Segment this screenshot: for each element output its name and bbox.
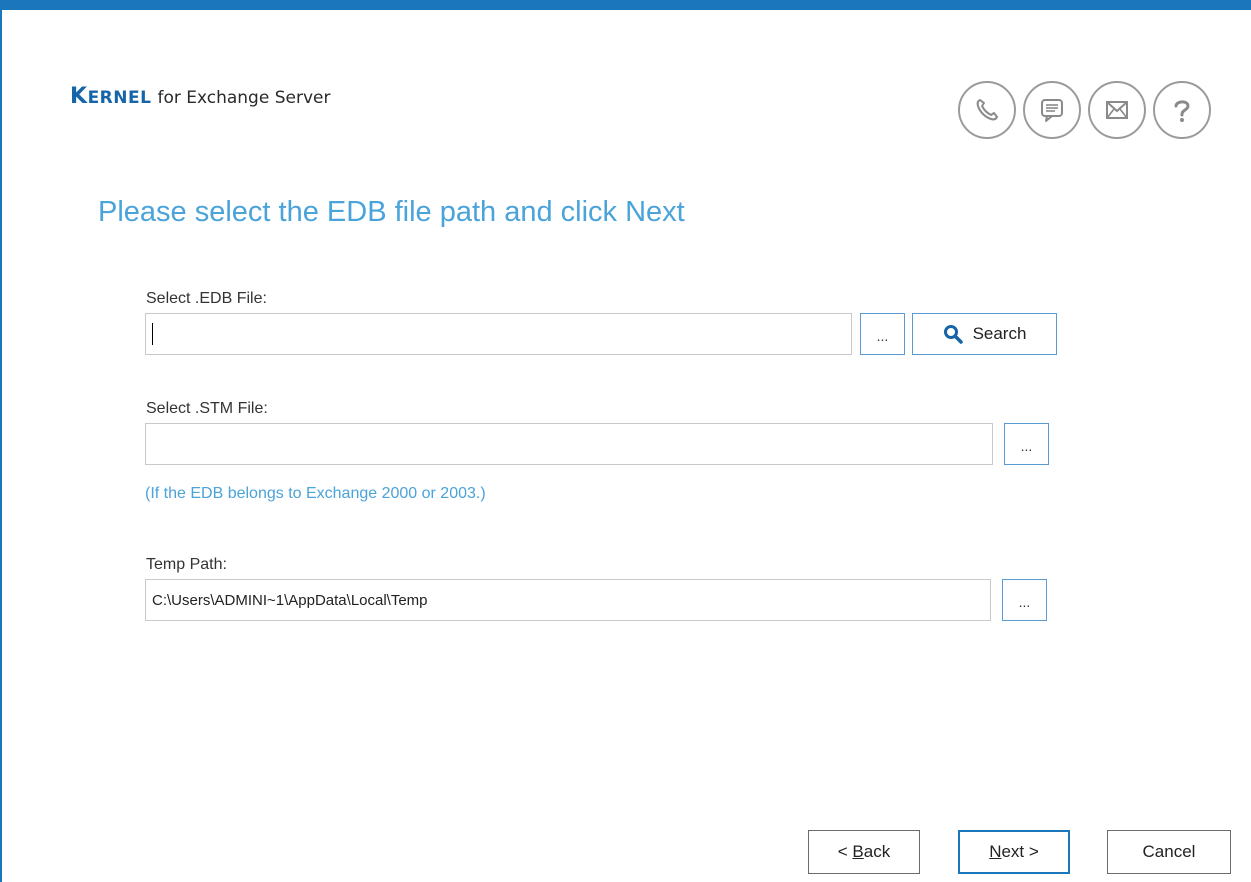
edb-file-input[interactable]	[145, 313, 852, 355]
window-left-border	[0, 10, 2, 882]
mail-icon	[1106, 101, 1128, 119]
brand-logo: KERNEL	[70, 84, 152, 109]
email-support-button[interactable]	[1088, 81, 1146, 139]
page-title: Please select the EDB file path and clic…	[98, 196, 685, 228]
help-icon	[1174, 100, 1190, 122]
back-button[interactable]: < Back	[808, 830, 920, 874]
app-brand: KERNEL for Exchange Server	[70, 84, 330, 120]
temp-path-label: Temp Path:	[146, 556, 227, 573]
stm-hint-text: (If the EDB belongs to Exchange 2000 or …	[145, 485, 486, 502]
temp-browse-button[interactable]: ...	[1002, 579, 1047, 621]
text-cursor	[152, 323, 153, 345]
chat-icon	[1041, 99, 1063, 122]
search-icon	[943, 325, 963, 344]
edb-file-label: Select .EDB File:	[146, 290, 267, 307]
phone-support-button[interactable]	[958, 81, 1016, 139]
chat-support-button[interactable]	[1023, 81, 1081, 139]
support-toolbar	[958, 81, 1211, 139]
temp-path-input[interactable]: C:\Users\ADMINI~1\AppData\Local\Temp	[145, 579, 991, 621]
edb-search-button[interactable]: Search	[912, 313, 1057, 355]
stm-browse-button[interactable]: ...	[1004, 423, 1049, 465]
stm-file-label: Select .STM File:	[146, 400, 268, 417]
next-button[interactable]: Next >	[958, 830, 1070, 874]
brand-product-name: for Exchange Server	[157, 88, 331, 108]
edb-browse-button[interactable]: ...	[860, 313, 905, 355]
window-top-accent-bar	[0, 0, 1251, 10]
phone-icon	[976, 99, 998, 121]
stm-file-input[interactable]	[145, 423, 993, 465]
search-button-label: Search	[972, 324, 1027, 343]
cancel-button[interactable]: Cancel	[1107, 830, 1231, 874]
help-button[interactable]	[1153, 81, 1211, 139]
